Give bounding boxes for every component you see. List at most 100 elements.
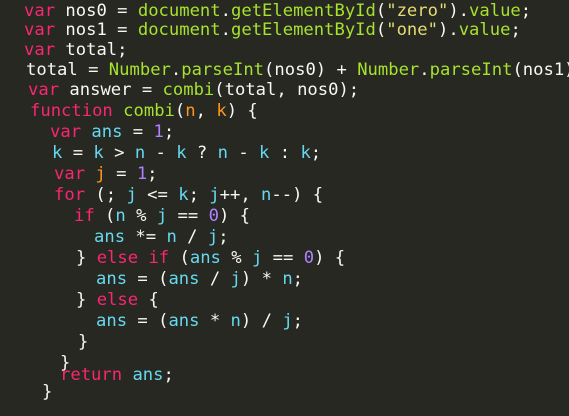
keyword-token: var — [24, 1, 56, 21]
text-token: } — [78, 332, 89, 352]
code-line-4[interactable]: total = Number.parseInt(nos0) + Number.p… — [26, 60, 569, 81]
keyword-token: if — [74, 206, 95, 226]
function-token: parseInt — [181, 60, 265, 80]
text-token: ; — [292, 311, 304, 331]
code-line-1[interactable]: var nos0 = document.getElementById("zero… — [24, 1, 531, 22]
text-token: ; — [510, 20, 521, 40]
text-token: ; — [163, 122, 175, 142]
function-token: document — [137, 1, 221, 21]
text-token: answer = — [59, 80, 163, 100]
keyword-token: var — [24, 40, 56, 60]
text-token: ( — [174, 101, 186, 121]
code-line-21[interactable]: } — [42, 382, 52, 403]
number-token: 0 — [303, 248, 315, 268]
text-token: total = — [26, 60, 109, 80]
code-line-16[interactable]: } else { — [76, 290, 159, 311]
text-token: . — [170, 60, 182, 80]
text-token: nos0 = — [55, 1, 138, 21]
variable-token: ans — [189, 248, 221, 268]
text-token: . — [220, 20, 231, 40]
variable-token: k — [300, 143, 311, 163]
keyword-token: return — [60, 365, 123, 385]
variable-token: n — [217, 143, 228, 163]
variable-token: j — [207, 227, 219, 247]
code-line-14[interactable]: } else if (ans % j == 0) { — [76, 248, 345, 269]
function-token: document — [137, 20, 221, 40]
keyword-token: var — [24, 20, 56, 40]
code-line-3[interactable]: var total; — [24, 40, 127, 61]
text-token: ; — [310, 143, 322, 163]
code-line-20[interactable]: return ans; — [60, 365, 174, 386]
code-line-12[interactable]: if (n % j == 0) { — [74, 206, 250, 227]
string-token: "one" — [386, 20, 438, 40]
keyword-token: var — [50, 122, 82, 142]
function-token: Number — [357, 60, 420, 80]
text-token: / — [199, 269, 231, 289]
variable-token: ans — [132, 365, 164, 385]
variable-token: n — [115, 206, 126, 226]
keyword-token: else — [96, 290, 139, 310]
variable-token: ans — [168, 311, 200, 331]
code-line-15[interactable]: ans = (ans / j) * n; — [96, 269, 303, 290]
function-token: parseInt — [429, 60, 513, 80]
text-token: == — [167, 206, 209, 226]
code-line-5[interactable]: var answer = combi(total, nos0); — [28, 80, 359, 101]
variable-token: n — [230, 311, 241, 331]
string-token: "zero" — [386, 1, 449, 21]
keyword-token: function — [30, 101, 113, 121]
code-editor[interactable]: var nos0 = document.getElementById("zero… — [0, 0, 569, 416]
code-line-8[interactable]: var ans = 1; — [50, 122, 174, 143]
keyword-token: else if — [96, 248, 170, 268]
function-token: value — [469, 1, 521, 21]
text-token: *= — [125, 227, 167, 247]
text-token: / — [176, 227, 208, 247]
text-token: ( — [169, 248, 190, 268]
number-token: 0 — [208, 206, 219, 226]
text-token: : — [269, 143, 301, 163]
parameter-token: k — [216, 101, 227, 121]
code-line-13[interactable]: ans *= n / j; — [94, 227, 229, 248]
function-token: combi — [162, 80, 215, 100]
variable-token: j — [126, 185, 137, 205]
text-token: > — [103, 143, 135, 163]
text-token: % — [220, 248, 252, 268]
code-line-11[interactable]: for (; j <= k; j++, n--) { — [54, 185, 323, 206]
function-token: value — [458, 20, 511, 40]
text-token: ? — [186, 143, 218, 163]
variable-token: ans — [94, 227, 126, 247]
variable-token: n — [134, 143, 146, 163]
text-token: total; — [55, 40, 128, 60]
variable-token: ans — [96, 311, 128, 331]
variable-token: ans — [91, 122, 123, 142]
text-token: ; — [218, 227, 229, 247]
code-line-10[interactable]: var j = 1; — [54, 164, 158, 185]
variable-token: j — [209, 185, 220, 205]
code-line-17[interactable]: ans = (ans * n) / j; — [96, 311, 303, 332]
variable-token: j — [251, 248, 263, 268]
parameter-token: n — [185, 101, 196, 121]
keyword-token: for — [54, 185, 86, 205]
text-token: = — [105, 164, 137, 184]
text-token: nos1 = — [55, 20, 138, 40]
text-token: ). — [448, 1, 470, 21]
text-token: ) { — [314, 248, 346, 268]
code-line-18[interactable]: } — [78, 332, 88, 353]
text-token: } — [76, 248, 97, 268]
text-token: == — [262, 248, 304, 268]
text-token: (nos0) + — [264, 60, 358, 80]
text-token: <= — [136, 185, 179, 205]
variable-token: j — [156, 206, 168, 226]
text-token: % — [125, 206, 157, 226]
text-token: . — [419, 60, 430, 80]
variable-token: j — [282, 311, 293, 331]
text-token: = ( — [127, 311, 169, 331]
text-token: ) / — [240, 311, 283, 331]
code-line-7[interactable]: function combi(n, k) { — [30, 101, 258, 122]
text-token: ; — [520, 1, 532, 21]
code-line-9[interactable]: k = k > n - k ? n - k : k; — [52, 143, 321, 164]
code-line-2[interactable]: var nos1 = document.getElementById("one"… — [24, 20, 521, 41]
